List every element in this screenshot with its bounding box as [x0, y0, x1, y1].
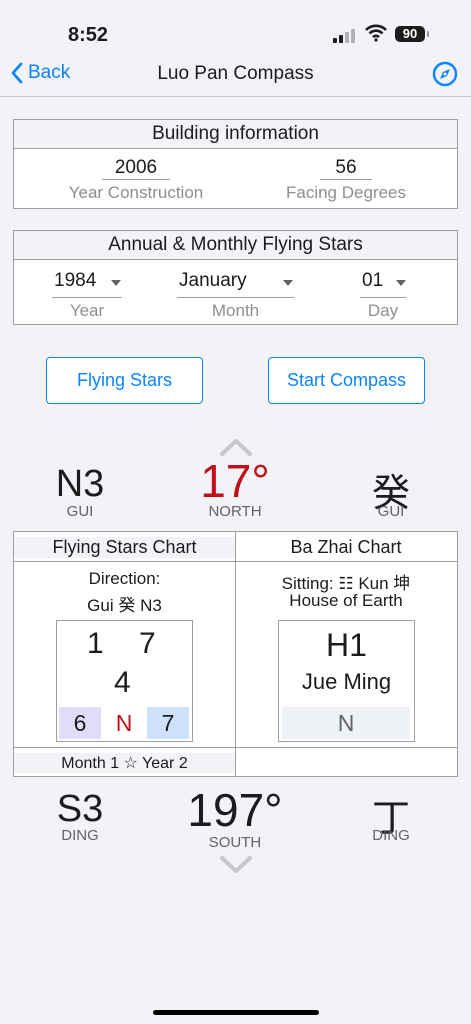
direction-value: Gui 癸 N3: [87, 596, 162, 615]
home-indicator[interactable]: [153, 1010, 319, 1015]
ba-zhai-grid: H1 Jue Ming N: [278, 620, 415, 742]
direction-label: Direction:: [88, 569, 161, 588]
chevron-down-icon[interactable]: [219, 855, 253, 875]
ba-zhai-name: Jue Ming: [301, 669, 392, 694]
south-degree-readout: 197°: [187, 784, 283, 836]
year-label: Year: [69, 301, 105, 320]
building-information-panel: Building information 2006 Year Construct…: [13, 119, 458, 209]
page-title: Luo Pan Compass: [157, 63, 314, 84]
month-dropdown-value: January: [179, 270, 247, 291]
ba-zhai-code: H1: [326, 627, 367, 663]
star-bottom-right: 7: [147, 707, 189, 739]
battery-indicator: 90: [395, 26, 429, 42]
flying-stars-button[interactable]: Flying Stars: [46, 357, 203, 404]
chevron-down-icon: [396, 280, 406, 286]
north-direction-sub: GUI: [66, 503, 94, 520]
month-dropdown[interactable]: January: [177, 269, 294, 298]
north-direction-code: N3: [55, 463, 105, 505]
charts-footer-divider: [13, 747, 458, 748]
wifi-icon: [365, 24, 387, 42]
north-mountain-sub: GUI: [377, 503, 405, 520]
north-degree-readout: 17°: [200, 455, 270, 507]
status-time: 8:52: [68, 24, 109, 46]
day-dropdown[interactable]: 01: [360, 269, 406, 298]
charts-column-divider: [235, 531, 236, 777]
year-construction-field[interactable]: 2006: [102, 157, 170, 180]
year-dropdown-value: 1984: [54, 270, 97, 291]
start-compass-button[interactable]: Start Compass: [268, 357, 425, 404]
star-bottom-left: 6: [59, 707, 101, 739]
house-label: House of Earth: [289, 591, 403, 610]
star-top-left: 1: [87, 627, 104, 660]
year-dropdown[interactable]: 1984: [52, 269, 122, 298]
compass-icon[interactable]: [432, 61, 458, 87]
star-center: 4: [114, 666, 131, 699]
facing-degrees-label: Facing Degrees: [285, 183, 406, 202]
south-direction-sub: DING: [61, 827, 99, 844]
star-bottom-direction: N: [115, 710, 133, 736]
cellular-signal-icon: [333, 29, 357, 43]
year-construction-label: Year Construction: [68, 183, 204, 202]
month-year-star-summary: Month 1 ☆ Year 2: [14, 753, 235, 773]
flying-stars-chart-header: Flying Stars Chart: [14, 537, 235, 558]
ba-zhai-direction: N: [282, 707, 410, 739]
south-mountain-sub: DING: [372, 827, 410, 844]
month-label: Month: [211, 301, 260, 320]
north-label: NORTH: [208, 503, 262, 520]
south-label: SOUTH: [208, 834, 262, 851]
flying-stars-grid: 1 7 4 6 N 7: [56, 620, 193, 742]
building-information-title: Building information: [14, 120, 457, 149]
star-top-right: 7: [139, 627, 156, 660]
flying-stars-settings-title: Annual & Monthly Flying Stars: [14, 231, 457, 260]
ba-zhai-chart-header: Ba Zhai Chart: [290, 537, 402, 557]
chevron-down-icon: [111, 280, 121, 286]
facing-degrees-field[interactable]: 56: [320, 157, 372, 180]
day-label: Day: [367, 301, 399, 320]
charts-header-divider: [13, 561, 458, 562]
flying-stars-settings-panel: Annual & Monthly Flying Stars 1984 Year …: [13, 230, 458, 325]
day-dropdown-value: 01: [362, 270, 384, 291]
south-direction-code: S3: [56, 788, 104, 830]
chevron-down-icon: [283, 280, 293, 286]
